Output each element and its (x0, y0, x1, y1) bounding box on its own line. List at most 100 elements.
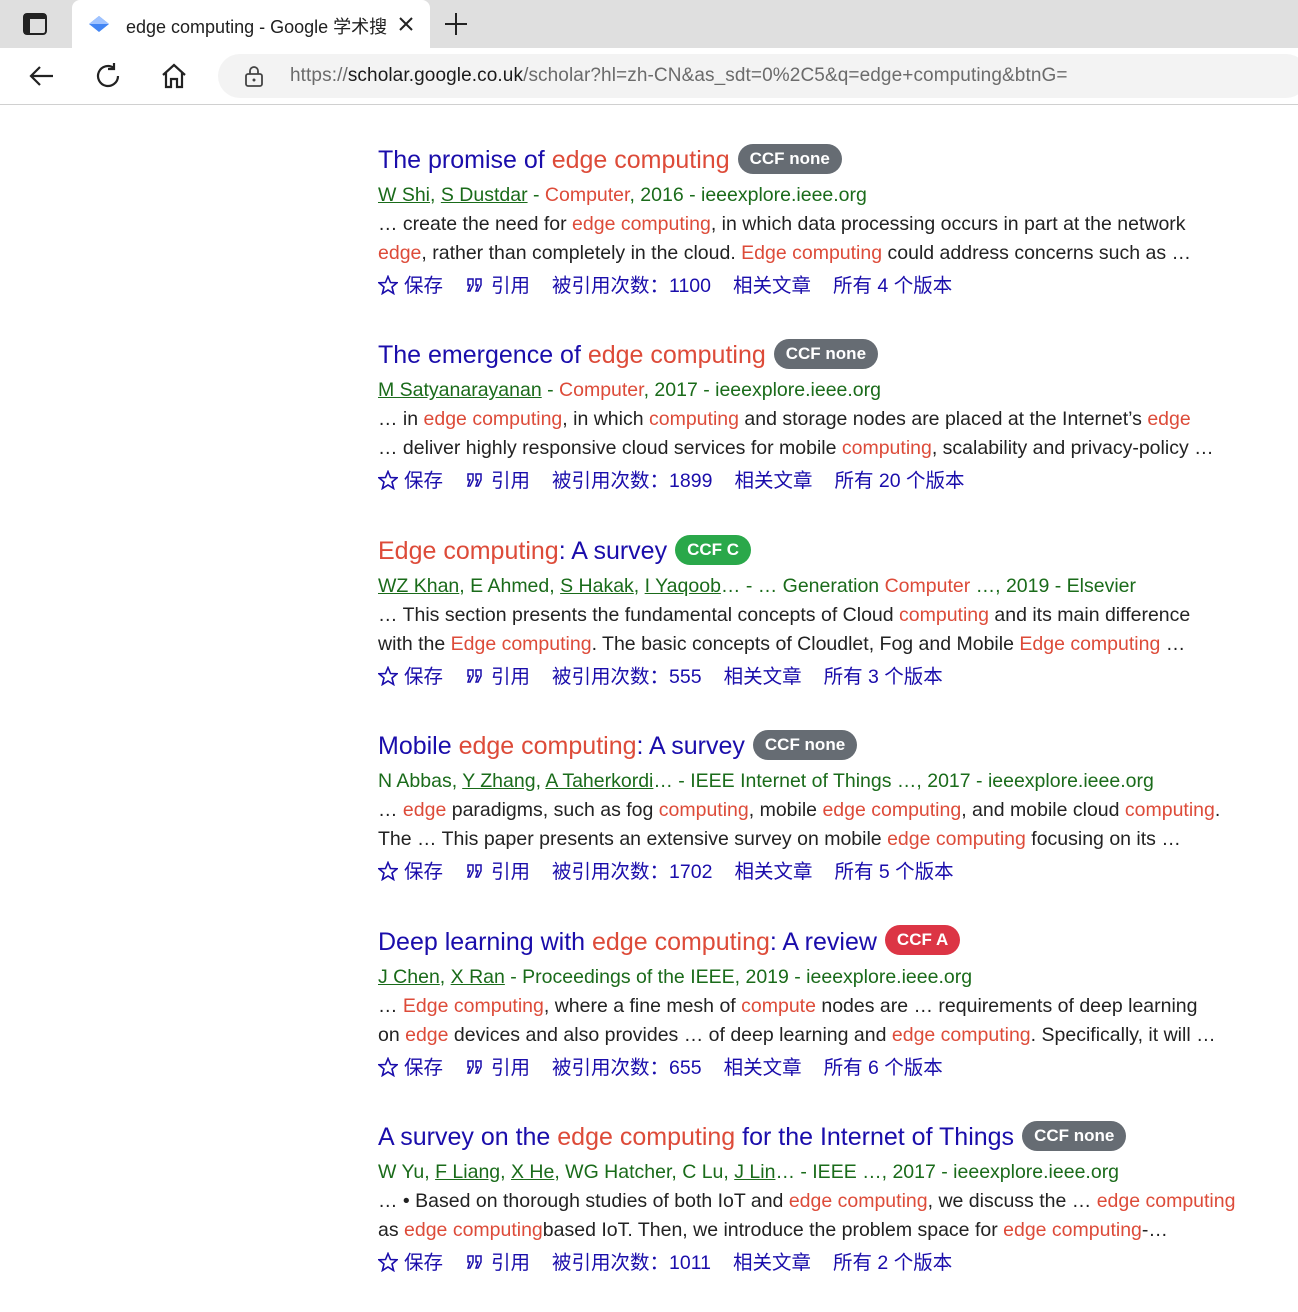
related-articles-link[interactable]: 相关文章 (724, 1057, 802, 1079)
snippet-highlight: edge (1147, 408, 1191, 431)
meta-text: … - … Generation (720, 574, 885, 597)
tab-actions-icon[interactable] (20, 11, 50, 37)
search-result: Mobile edge computing: A survey CCF none N… (376, 726, 1258, 921)
cited-by-link[interactable]: 被引用次数：1702 (552, 861, 712, 883)
snippet-highlight: edge computing (404, 1218, 543, 1241)
title-highlight: Edge computing (378, 536, 559, 565)
versions-suffix: 个版本 (888, 275, 953, 297)
related-articles-link[interactable]: 相关文章 (734, 861, 812, 883)
author-link[interactable]: A Taherkordi (545, 770, 653, 792)
author-link[interactable]: F Liang (435, 1161, 500, 1183)
meta-text: , 2016 - ieeexplore.ieee.org (629, 184, 867, 206)
cite-button[interactable]: 引用 (465, 275, 530, 297)
title-highlight: edge computing (592, 927, 770, 956)
ccf-badge: CCF none (737, 143, 842, 174)
all-versions-link[interactable]: 所有 3 个版本 (824, 666, 943, 688)
save-button[interactable]: 保存 (376, 1251, 443, 1274)
all-versions-link[interactable]: 所有 6 个版本 (824, 1057, 943, 1079)
author-link[interactable]: W Shi (378, 184, 430, 206)
meta-text: , WG Hatcher, C Lu, (554, 1160, 735, 1183)
cited-by-link[interactable]: 被引用次数：555 (552, 666, 702, 688)
versions-count: 2 (877, 1251, 889, 1274)
ccf-badge: CCF none (1022, 1120, 1127, 1151)
result-title-link[interactable]: The emergence of edge computing CCF none (378, 335, 1258, 375)
new-tab-icon[interactable] (442, 10, 470, 38)
author-link[interactable]: S Hakak (560, 575, 634, 597)
close-tab-icon[interactable] (394, 12, 418, 36)
author-link[interactable]: S Dustdar (441, 184, 528, 206)
author-link[interactable]: X He (511, 1161, 554, 1183)
versions-suffix: 个版本 (900, 470, 965, 493)
snippet-text: … create the need for (378, 213, 573, 235)
cited-by-link[interactable]: 被引用次数：655 (552, 1057, 702, 1079)
search-result: Deep learning with edge computing: A rev… (376, 922, 1258, 1117)
versions-prefix: 所有 (833, 1251, 878, 1274)
save-button[interactable]: 保存 (376, 1055, 443, 1079)
meta-text: Computer (559, 379, 644, 402)
result-meta: W Yu, F Liang, X He, WG Hatcher, C Lu, J… (378, 1157, 1258, 1187)
cited-by-link[interactable]: 被引用次数：1899 (552, 470, 712, 492)
result-title-link[interactable]: The promise of edge computing CCF none (378, 140, 1258, 180)
save-button[interactable]: 保存 (376, 665, 444, 688)
result-title-link[interactable]: Edge computing: A survey CCF C (378, 531, 1258, 571)
versions-suffix: 个版本 (878, 1056, 943, 1079)
save-button[interactable]: 保存 (376, 469, 443, 492)
snippet-text: , where a fine mesh of (543, 994, 742, 1017)
author-link[interactable]: M Satyanarayanan (378, 379, 542, 401)
cited-by-link[interactable]: 被引用次数：1100 (552, 275, 711, 297)
related-articles-link[interactable]: 相关文章 (724, 666, 802, 688)
snippet-text: as (378, 1218, 405, 1241)
result-title-link[interactable]: Mobile edge computing: A survey CCF none (378, 726, 1258, 766)
meta-text: Computer (884, 574, 971, 597)
all-versions-link[interactable]: 所有 20 个版本 (834, 470, 964, 492)
address-bar[interactable]: https://scholar.google.co.uk/scholar?hl=… (218, 54, 1298, 98)
result-snippet-line: … deliver highly responsive cloud servic… (378, 434, 1258, 463)
all-versions-link[interactable]: 所有 2 个版本 (833, 1252, 952, 1274)
cite-button[interactable]: 引用 (465, 470, 530, 492)
cite-button[interactable]: 引用 (465, 1252, 530, 1274)
all-versions-link[interactable]: 所有 5 个版本 (834, 861, 953, 883)
title-text: : A review (769, 927, 877, 956)
meta-text: - (527, 184, 545, 206)
cite-button[interactable]: 引用 (465, 861, 530, 883)
result-title-link[interactable]: A survey on the edge computing for the I… (378, 1117, 1258, 1157)
all-versions-link[interactable]: 所有 4 个版本 (833, 275, 952, 297)
cited-by-link[interactable]: 被引用次数：1011 (552, 1252, 711, 1274)
related-articles-link[interactable]: 相关文章 (734, 470, 812, 492)
cite-label: 引用 (491, 1251, 531, 1274)
author-link[interactable]: J Lin (734, 1161, 775, 1183)
snippet-text: … (378, 799, 403, 822)
cite-button[interactable]: 引用 (465, 1057, 530, 1079)
cited-count: 655 (669, 1056, 702, 1079)
save-label: 保存 (404, 665, 444, 688)
save-button[interactable]: 保存 (376, 860, 443, 883)
related-articles-link[interactable]: 相关文章 (733, 1252, 811, 1274)
refresh-icon[interactable] (92, 60, 124, 92)
versions-count: 20 (878, 470, 901, 493)
author-link[interactable]: Y Zhang (462, 770, 535, 792)
cited-count: 1100 (669, 275, 711, 297)
author-link[interactable]: X Ran (451, 966, 505, 988)
search-result: Edge computing: A survey CCF C WZ Khan, E … (376, 531, 1258, 726)
snippet-text: on (378, 1023, 406, 1046)
author-link[interactable]: J Chen (378, 966, 440, 988)
cited-by-label: 被引用次数： (552, 275, 670, 297)
cite-label: 引用 (491, 275, 531, 297)
author-link[interactable]: WZ Khan (378, 575, 459, 597)
save-button[interactable]: 保存 (376, 274, 443, 297)
related-articles-link[interactable]: 相关文章 (733, 275, 811, 297)
active-tab[interactable]: edge computing - Google 学术搜索 (72, 0, 430, 48)
result-title-link[interactable]: Deep learning with edge computing: A rev… (378, 922, 1258, 962)
snippet-text: , in which (562, 408, 649, 431)
star-icon (376, 469, 400, 499)
home-icon[interactable] (158, 60, 190, 92)
search-result: A survey on the edge computing for the I… (376, 1117, 1258, 1312)
back-arrow-icon[interactable] (26, 60, 58, 92)
author-link[interactable]: I Yaqoob (645, 575, 721, 597)
url-text[interactable]: https://scholar.google.co.uk/scholar?hl=… (290, 65, 1068, 87)
result-snippet-line: The … This paper presents an extensive s… (378, 825, 1258, 854)
cite-button[interactable]: 引用 (465, 666, 530, 688)
snippet-text: and its main difference (988, 603, 1191, 626)
lock-icon[interactable] (244, 65, 264, 87)
snippet-highlight: Edge computing (402, 994, 544, 1017)
